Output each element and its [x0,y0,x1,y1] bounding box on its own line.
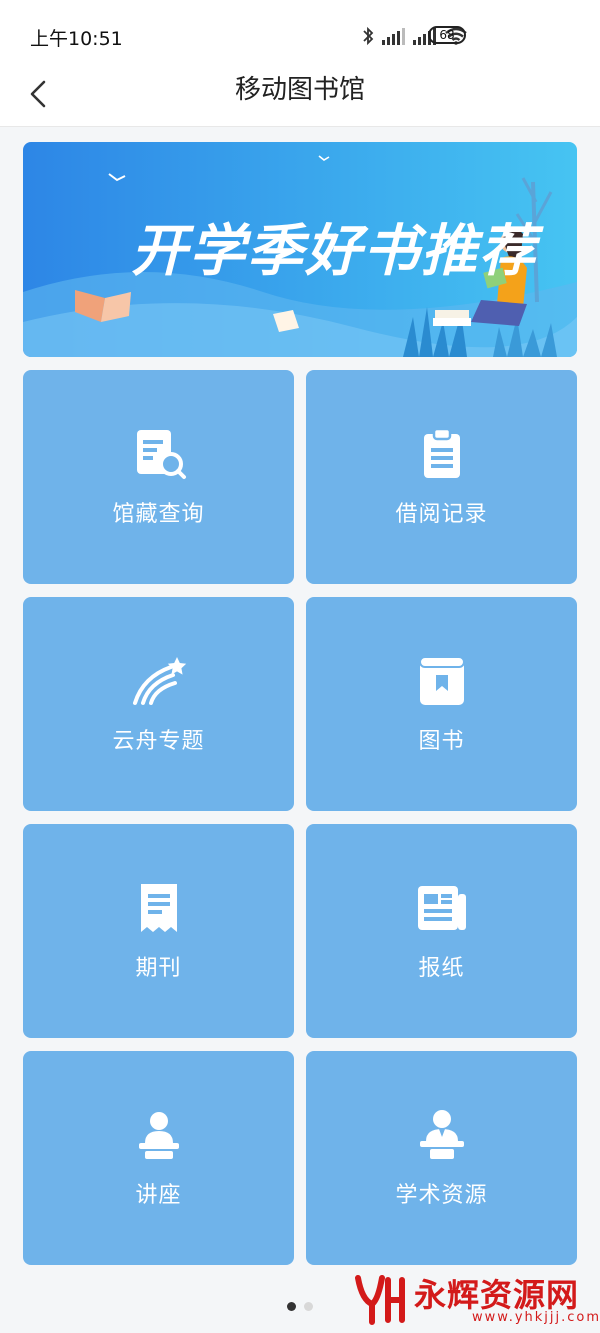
academic-icon [419,1110,464,1159]
catalog-search-icon [136,430,186,479]
status-time: 上午10:51 [30,28,123,50]
tile-books[interactable]: 图书 [306,597,577,811]
bluetooth-icon [363,26,374,46]
page-dot-active[interactable] [287,1302,296,1311]
lecture-icon [138,1112,179,1159]
tile-catalog-search[interactable]: 馆藏查询 [23,370,294,584]
cell-signal-icon [382,27,405,45]
feature-grid: 馆藏查询 借阅记录 云舟专题 图书 期刊 报纸 讲座 学术资源 [23,370,577,1265]
tile-newspapers[interactable]: 报纸 [306,824,577,1038]
clipboard-icon [423,427,460,478]
tile-journals[interactable]: 期刊 [23,824,294,1038]
journal-icon [140,884,177,932]
book-icon [418,656,465,705]
watermark-logo [355,1275,405,1325]
newspaper-icon [417,886,466,930]
tile-label: 馆藏查询 [112,502,205,527]
tile-label: 报纸 [418,956,465,981]
tile-label: 借阅记录 [395,502,488,527]
tile-label: 期刊 [135,956,182,981]
page-title: 移动图书馆 [234,75,365,105]
tile-label: 学术资源 [395,1183,488,1208]
comet-icon [132,657,186,705]
tile-lectures[interactable]: 讲座 [23,1051,294,1265]
tile-academic-resources[interactable]: 学术资源 [306,1051,577,1265]
promo-banner[interactable]: 开学季好书推荐 [23,142,577,357]
watermark: 永辉资源网 www.yhkjjj.com [352,1270,599,1330]
tile-label: 讲座 [135,1183,182,1208]
banner-headline: 开学季好书推荐 [131,219,544,284]
tile-label: 图书 [418,729,465,754]
status-bar: 上午10:51 68 [0,0,600,64]
tile-label: 云舟专题 [112,729,205,754]
page-dot[interactable] [304,1302,313,1311]
watermark-url: www.yhkjjj.com [472,1310,600,1325]
navigation-bar: 移动图书馆 [0,64,600,127]
tile-yunzhou-topics[interactable]: 云舟专题 [23,597,294,811]
tile-borrow-records[interactable]: 借阅记录 [306,370,577,584]
battery-indicator: 68 [428,26,466,44]
